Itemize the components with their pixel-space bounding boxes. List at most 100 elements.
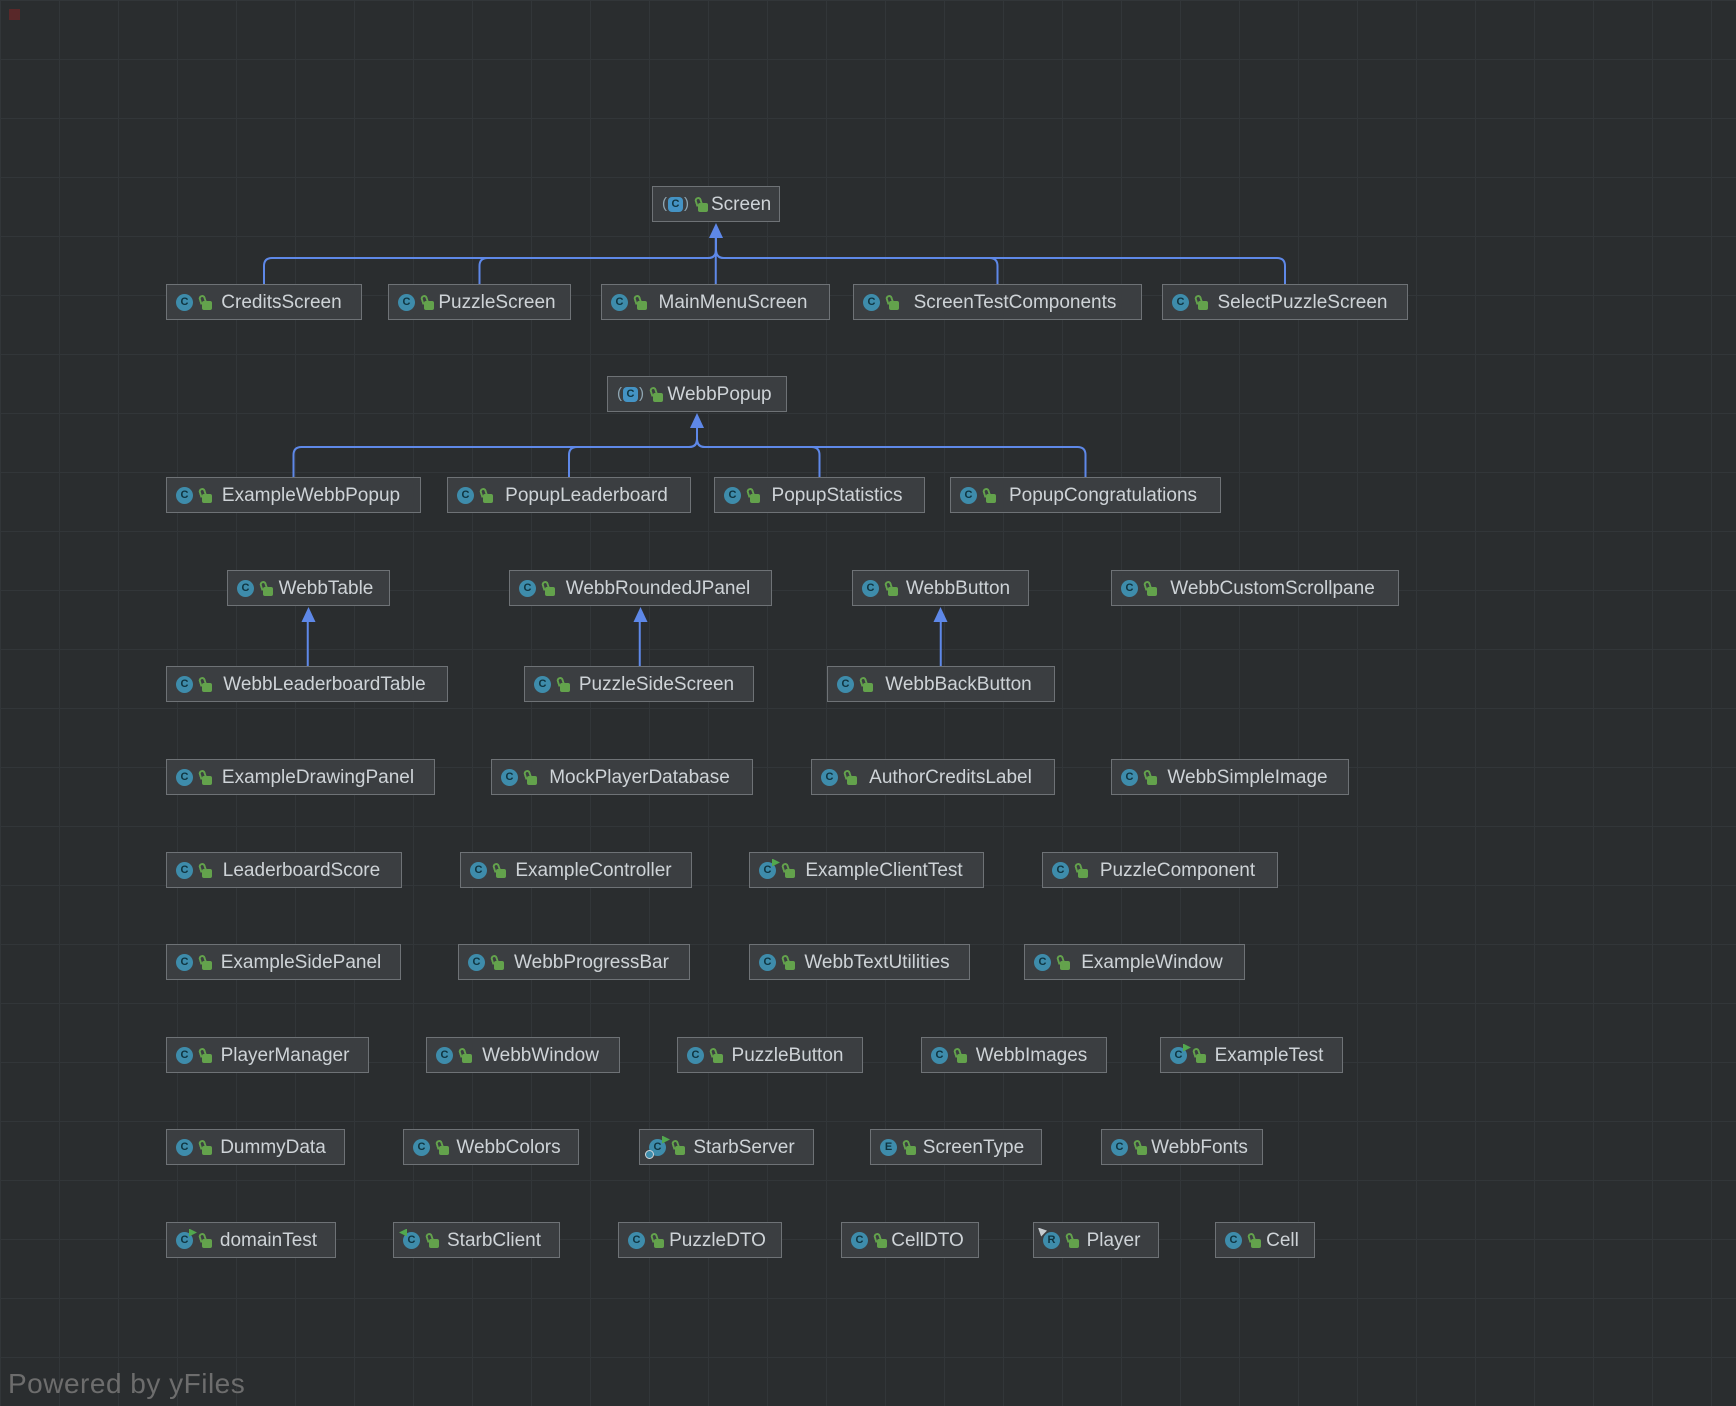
class-node-playerManager[interactable]: C PlayerManager (166, 1037, 369, 1073)
class-name-label: MockPlayerDatabase (537, 768, 742, 787)
class-node-exampleDrawingPanel[interactable]: CExampleDrawingPanel (166, 759, 435, 795)
class-node-selectPuzzleScreen[interactable]: CSelectPuzzleScreen (1162, 284, 1408, 320)
class-icon: C (931, 1047, 948, 1064)
diagram-canvas[interactable]: (C)Screen CCreditsScreen CPuzzleScreen CMai… (0, 0, 1736, 1406)
class-icon: C (413, 1139, 430, 1156)
class-node-exampleWebbPopup[interactable]: CExampleWebbPopup (166, 477, 421, 513)
class-node-mockPlayerDatabase[interactable]: C MockPlayerDatabase (491, 759, 753, 795)
inheritance-edge[interactable] (264, 236, 716, 284)
public-lock-icon (199, 488, 212, 503)
class-node-webbTable[interactable]: CWebbTable (227, 570, 390, 606)
class-name-label: WebbCustomScrollpane (1157, 579, 1388, 598)
class-node-puzzleSideScreen[interactable]: CPuzzleSideScreen (524, 666, 754, 702)
inheritance-edge[interactable] (480, 236, 717, 284)
class-node-webbTextUtilities[interactable]: CWebbTextUtilities (749, 944, 970, 980)
class-icon: C (1034, 954, 1051, 971)
inheritance-edge[interactable] (697, 426, 820, 477)
class-node-puzzleDTO[interactable]: CPuzzleDTO (618, 1222, 782, 1258)
class-node-webbWindow[interactable]: CWebbWindow (426, 1037, 620, 1073)
class-node-puzzleScreen[interactable]: CPuzzleScreen (388, 284, 571, 320)
class-node-puzzleComponent[interactable]: CPuzzleComponent (1042, 852, 1278, 888)
class-name-label: ExampleDrawingPanel (212, 768, 424, 787)
class-name-label: WebbButton (898, 579, 1018, 598)
class-node-popupLeaderboard[interactable]: CPopupLeaderboard (447, 477, 691, 513)
class-node-webbPopup[interactable]: (C)WebbPopup (607, 376, 787, 412)
class-node-creditsScreen[interactable]: CCreditsScreen (166, 284, 362, 320)
class-name-label: WebbTextUtilities (795, 953, 959, 972)
class-node-webbSimpleImage[interactable]: CWebbSimpleImage (1111, 759, 1349, 795)
class-node-puzzleButton[interactable]: CPuzzleButton (677, 1037, 863, 1073)
inheritance-edge[interactable] (697, 426, 1086, 477)
class-icon: C (176, 1047, 193, 1064)
public-lock-icon (1066, 1233, 1079, 1248)
class-name-label: CellDTO (887, 1231, 968, 1250)
class-node-webbImages[interactable]: CWebbImages (921, 1037, 1107, 1073)
class-node-webbProgressBar[interactable]: CWebbProgressBar (458, 944, 690, 980)
class-icon: C (176, 862, 193, 879)
class-node-mainMenuScreen[interactable]: CMainMenuScreen (601, 284, 830, 320)
inheritance-arrowhead (634, 607, 648, 622)
class-node-player[interactable]: RPlayer (1033, 1222, 1159, 1258)
class-icon: C (534, 676, 551, 693)
class-node-authorCreditsLabel[interactable]: C AuthorCreditsLabel (811, 759, 1055, 795)
class-node-webbLeaderboardTable[interactable]: CWebbLeaderboardTable (166, 666, 448, 702)
class-name-label: StarbClient (439, 1231, 549, 1250)
inheritance-edge[interactable] (294, 426, 698, 477)
class-node-cell[interactable]: CCell (1215, 1222, 1315, 1258)
class-name-label: ExampleSidePanel (212, 953, 390, 972)
class-icon: C (724, 487, 741, 504)
class-node-starbClient[interactable]: CStarbClient (393, 1222, 560, 1258)
public-lock-icon (844, 770, 857, 785)
inheritance-edge[interactable] (569, 426, 697, 477)
class-node-leaderboardScore[interactable]: CLeaderboardScore (166, 852, 402, 888)
public-lock-icon (651, 1233, 664, 1248)
public-lock-icon (710, 1048, 723, 1063)
class-name-label: AuthorCreditsLabel (857, 768, 1044, 787)
inheritance-arrowhead (302, 607, 316, 622)
public-lock-icon (860, 677, 873, 692)
public-lock-icon (199, 295, 212, 310)
class-node-exampleSidePanel[interactable]: CExampleSidePanel (166, 944, 401, 980)
class-node-webbFonts[interactable]: CWebbFonts (1101, 1129, 1263, 1165)
class-node-domainTest[interactable]: CdomainTest (166, 1222, 336, 1258)
inheritance-edge[interactable] (716, 236, 998, 284)
class-name-label: WebbLeaderboardTable (212, 675, 437, 694)
class-node-cellDTO[interactable]: CCellDTO (841, 1222, 979, 1258)
class-node-exampleController[interactable]: CExampleController (460, 852, 692, 888)
class-icon: C (628, 1232, 645, 1249)
class-node-webbColors[interactable]: CWebbColors (403, 1129, 579, 1165)
class-icon: C (1111, 1139, 1128, 1156)
class-node-webbButton[interactable]: C WebbButton (852, 570, 1029, 606)
class-node-exampleTest[interactable]: CExampleTest (1160, 1037, 1343, 1073)
run-badge-icon (662, 1136, 670, 1144)
public-lock-icon (260, 581, 273, 596)
class-node-webbBackButton[interactable]: CWebbBackButton (827, 666, 1055, 702)
inheritance-arrowhead (690, 413, 704, 428)
class-node-popupCongratulations[interactable]: CPopupCongratulations (950, 477, 1221, 513)
class-icon: C (176, 487, 193, 504)
class-node-exampleWindow[interactable]: CExampleWindow (1024, 944, 1245, 980)
class-icon: C (436, 1047, 453, 1064)
public-lock-icon (1195, 295, 1208, 310)
public-lock-icon (199, 770, 212, 785)
class-node-webbCustomScrollpane[interactable]: CWebbCustomScrollpane (1111, 570, 1399, 606)
class-node-popupStatistics[interactable]: CPopupStatistics (714, 477, 925, 513)
class-node-webbRoundedJPanel[interactable]: CWebbRoundedJPanel (509, 570, 772, 606)
class-node-dummyData[interactable]: CDummyData (166, 1129, 345, 1165)
class-icon: C (821, 769, 838, 786)
class-node-screen[interactable]: (C)Screen (652, 186, 780, 222)
class-name-label: Screen (708, 195, 774, 214)
class-icon: C (611, 294, 628, 311)
class-node-screenType[interactable]: EScreenType (870, 1129, 1042, 1165)
class-node-screenTestComponents[interactable]: CScreenTestComponents (853, 284, 1142, 320)
class-node-exampleClientTest[interactable]: CExampleClientTest (749, 852, 984, 888)
public-lock-icon (199, 1233, 212, 1248)
class-node-starbServer[interactable]: CStarbServer (639, 1129, 814, 1165)
record-icon: R (1043, 1232, 1060, 1249)
inheritance-edge[interactable] (716, 236, 1285, 284)
class-icon: C (501, 769, 518, 786)
class-name-label: PlayerManager (212, 1046, 358, 1065)
class-name-label: ExampleController (506, 861, 681, 880)
public-lock-icon (480, 488, 493, 503)
class-icon: C (862, 580, 879, 597)
